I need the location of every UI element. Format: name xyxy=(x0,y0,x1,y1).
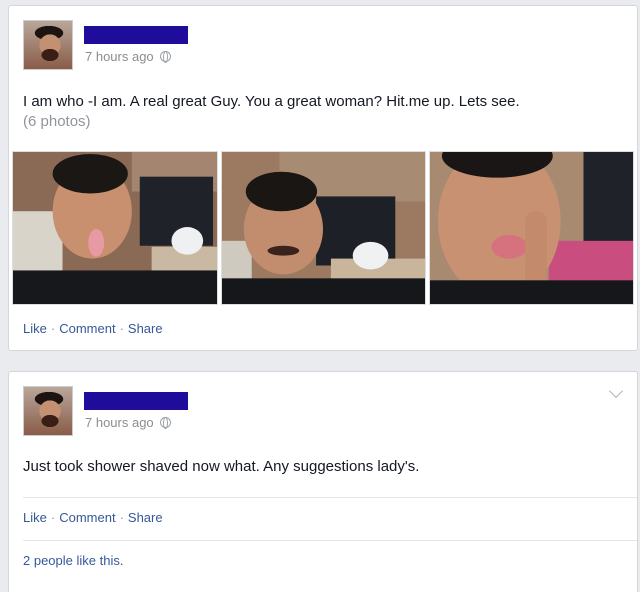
post-timestamp[interactable]: 7 hours ago xyxy=(85,49,171,64)
post-actions: Like · Comment · Share xyxy=(23,510,163,525)
post-photo[interactable] xyxy=(221,151,426,305)
post-header: 7 hours ago xyxy=(23,20,583,72)
post-card: 7 hours ago I am who -I am. A real great… xyxy=(8,5,638,351)
globe-icon xyxy=(159,417,171,429)
post-card: 7 hours ago Just took shower shaved now … xyxy=(8,371,638,592)
share-link[interactable]: Share xyxy=(128,321,163,336)
avatar[interactable] xyxy=(23,386,73,436)
post-photo[interactable] xyxy=(12,151,218,305)
separator: · xyxy=(119,321,124,336)
globe-icon xyxy=(159,51,171,63)
post-timestamp[interactable]: 7 hours ago xyxy=(85,415,171,430)
share-link[interactable]: Share xyxy=(128,510,163,525)
like-link[interactable]: Like xyxy=(23,510,47,525)
post-photo[interactable] xyxy=(429,151,634,305)
post-actions: Like · Comment · Share xyxy=(23,321,163,336)
separator: · xyxy=(50,510,56,525)
redacted-author-name xyxy=(84,392,188,410)
comment-link[interactable]: Comment xyxy=(59,510,115,525)
photo-grid xyxy=(12,151,634,305)
avatar[interactable] xyxy=(23,20,73,70)
like-link[interactable]: Like xyxy=(23,321,47,336)
divider xyxy=(23,497,637,498)
separator: · xyxy=(119,510,124,525)
chevron-down-icon[interactable] xyxy=(608,383,624,399)
post-message: I am who -I am. A real great Guy. You a … xyxy=(23,93,520,110)
timestamp-text[interactable]: 7 hours ago xyxy=(85,415,154,430)
post-header: 7 hours ago xyxy=(23,386,583,438)
redacted-author-name xyxy=(84,26,188,44)
post-text: I am who -I am. A real great Guy. You a … xyxy=(23,92,520,132)
separator: · xyxy=(50,321,56,336)
timestamp-text[interactable]: 7 hours ago xyxy=(85,49,154,64)
post-text: Just took shower shaved now what. Any su… xyxy=(23,457,419,477)
comment-link[interactable]: Comment xyxy=(59,321,115,336)
photo-count[interactable]: (6 photos) xyxy=(23,112,520,132)
divider xyxy=(23,540,637,541)
likes-summary[interactable]: 2 people like this. xyxy=(23,553,123,568)
post-message: Just took shower shaved now what. Any su… xyxy=(23,458,420,475)
